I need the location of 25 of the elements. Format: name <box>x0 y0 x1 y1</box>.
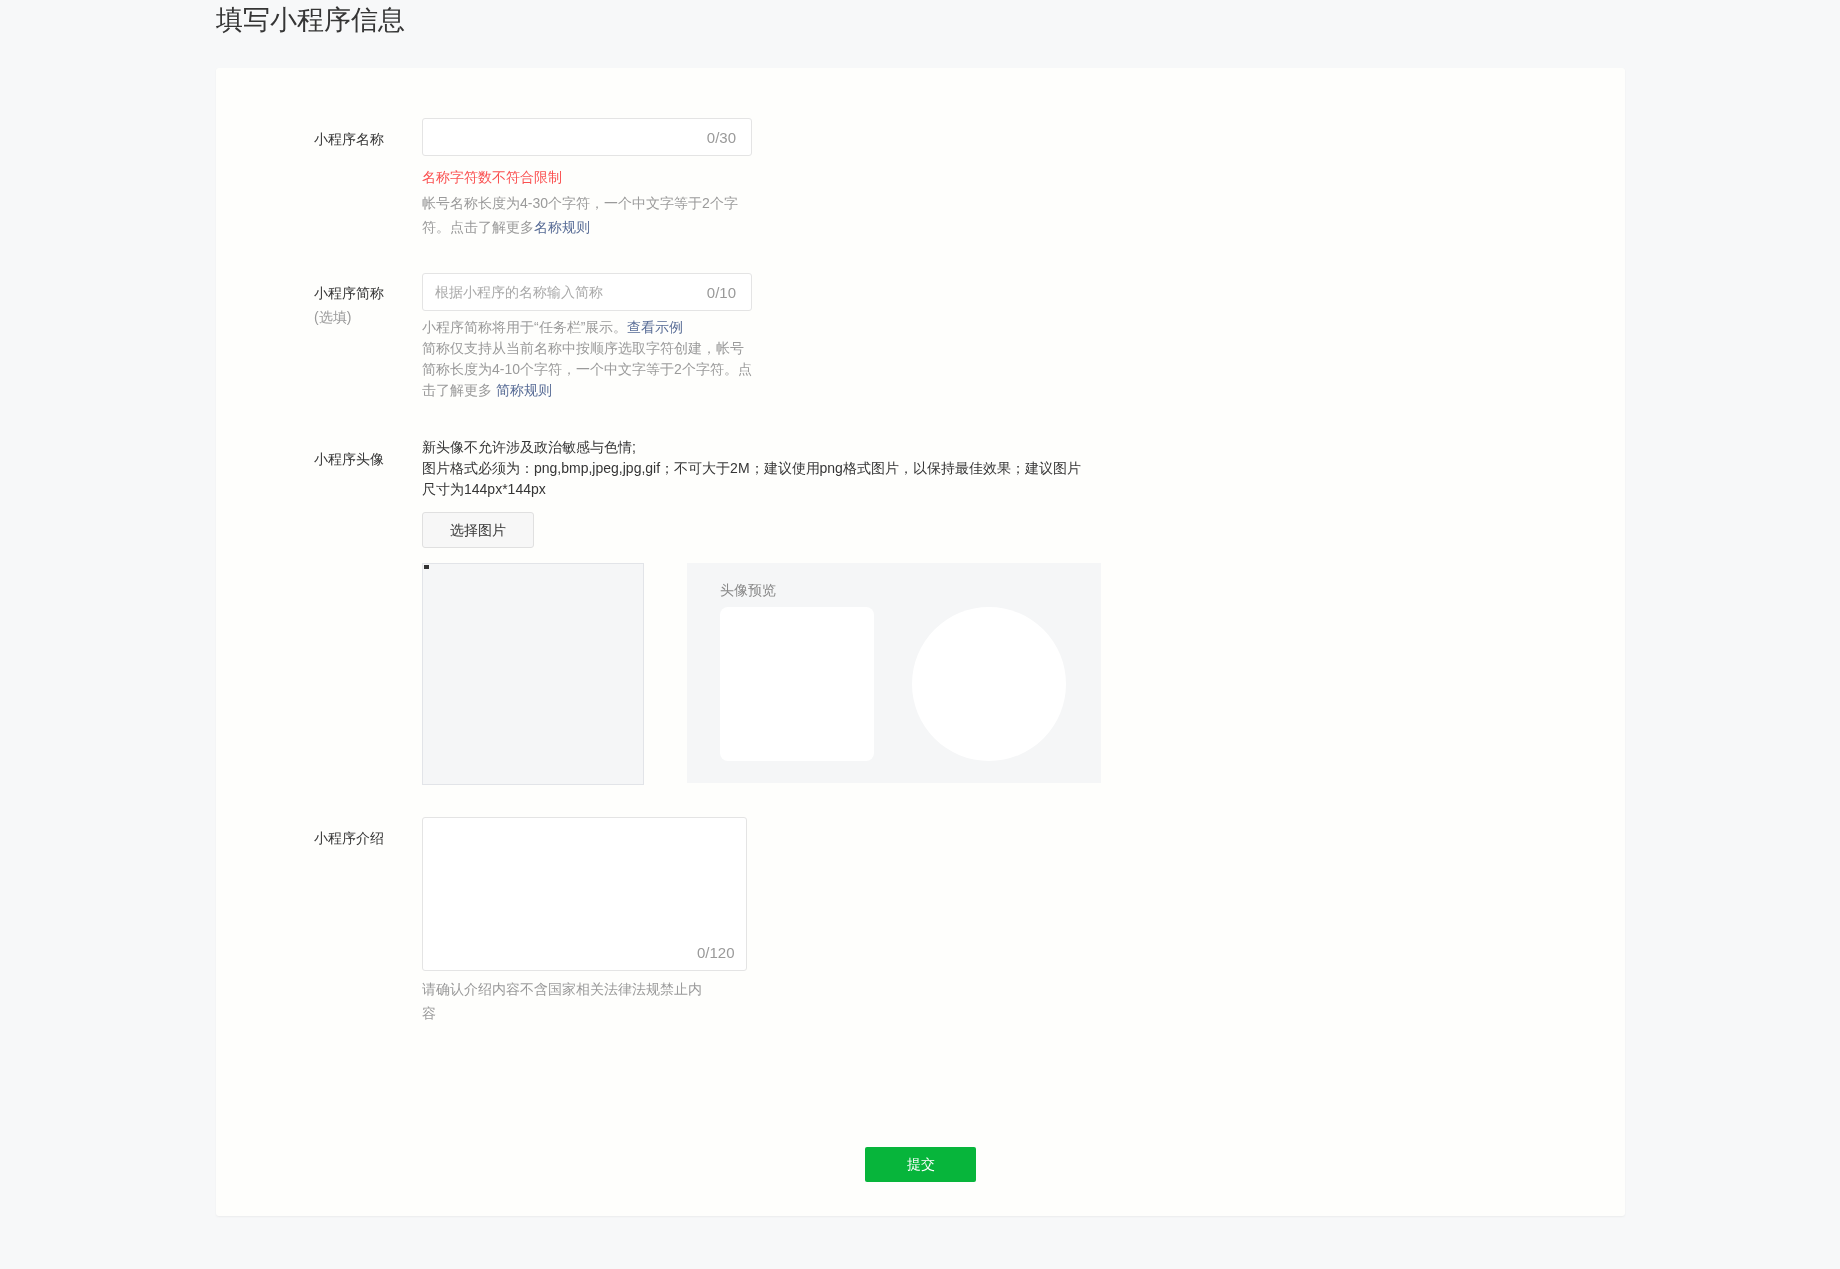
hint-text: 小程序简称将用于“任务栏”展示。查看示例 <box>422 318 685 337</box>
rule-link[interactable]: 名称规则 <box>534 219 590 235</box>
error-message: 名称字符数不符合限制 <box>422 168 563 187</box>
avatar-requirements: 图片格式必须为：png,bmp,jpeg,jpg,gif；不可大于2M；建议使用png格式图片，以保持最佳效果；建议图片尺寸为144px*144px <box>422 459 1082 499</box>
char-counter: 0/30 <box>706 128 736 148</box>
rule-link[interactable]: 简称规则 <box>495 382 552 398</box>
char-counter: 0/120 <box>697 942 735 963</box>
char-counter: 0/10 <box>706 283 736 303</box>
field-label: 小程序介绍 <box>314 830 384 846</box>
field-label: 小程序头像 <box>314 451 384 467</box>
hint-text: 简称仅支持从当前名称中按顺序选取字符创建，帐号简称长度为4-10个字符，一个中文字等于2个字符。点击了解更多 简称规则 <box>422 339 752 400</box>
preview-label: 头像预览 <box>720 581 777 600</box>
name-input[interactable] <box>422 118 752 156</box>
crop-area[interactable] <box>422 563 644 785</box>
intro-textarea[interactable] <box>422 817 747 971</box>
hint-text: 帐号名称长度为4-30个字符，一个中文字等于2个字符。点击了解更多名称规则 <box>422 194 739 237</box>
hint-text: 请确认介绍内容不含国家相关法律法规禁止内容 <box>422 980 702 1023</box>
optional-label: (选填) <box>314 308 353 327</box>
choose-image-button[interactable]: 选择图片 <box>422 512 534 548</box>
avatar-requirements: 新头像不允许涉及政治敏感与色情; <box>422 438 637 457</box>
crop-handle-icon[interactable] <box>424 565 429 569</box>
page-title: 填写小程序信息 <box>216 4 406 37</box>
rule-link[interactable]: 查看示例 <box>627 319 684 335</box>
field-label: 小程序简称 <box>314 284 385 303</box>
field-label: 小程序名称 <box>314 131 384 147</box>
